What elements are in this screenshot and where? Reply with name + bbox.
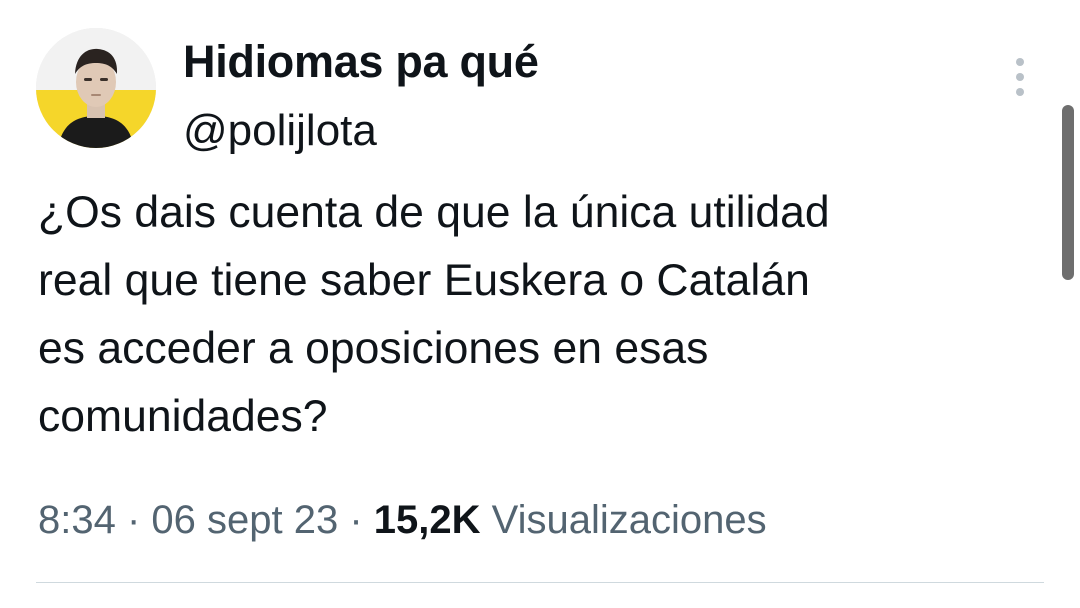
tweet-text-line: real que tiene saber Euskera o Catalán: [38, 256, 810, 305]
more-options-button[interactable]: [1004, 54, 1036, 100]
tweet-text-line: comunidades?: [38, 392, 328, 441]
avatar[interactable]: [36, 28, 156, 148]
tweet-metadata: 8:34 · 06 sept 23 · 15,2K Visualizacione…: [38, 494, 767, 546]
views-label: Visualizaciones: [480, 498, 767, 542]
more-vertical-icon: [1016, 58, 1024, 96]
views-count: 15,2K: [373, 498, 481, 542]
tweet-text-line: ¿Os dais cuenta de que la única utilidad: [38, 188, 830, 237]
author-handle[interactable]: @polijlota: [183, 103, 377, 159]
avatar-portrait-image: [36, 28, 156, 148]
separator-dot: ·: [115, 498, 152, 542]
tweet-date[interactable]: 06 sept 23: [151, 498, 338, 542]
tweet-text-line: es acceder a oposiciones en esas: [38, 324, 709, 373]
tweet-time[interactable]: 8:34: [38, 498, 116, 542]
scrollbar-thumb[interactable]: [1062, 105, 1074, 280]
separator-dot: ·: [338, 498, 374, 542]
divider: [36, 582, 1044, 583]
tweet-text: ¿Os dais cuenta de que la única utilidad…: [38, 179, 1038, 451]
author-display-name[interactable]: Hidiomas pa qué: [183, 34, 539, 90]
